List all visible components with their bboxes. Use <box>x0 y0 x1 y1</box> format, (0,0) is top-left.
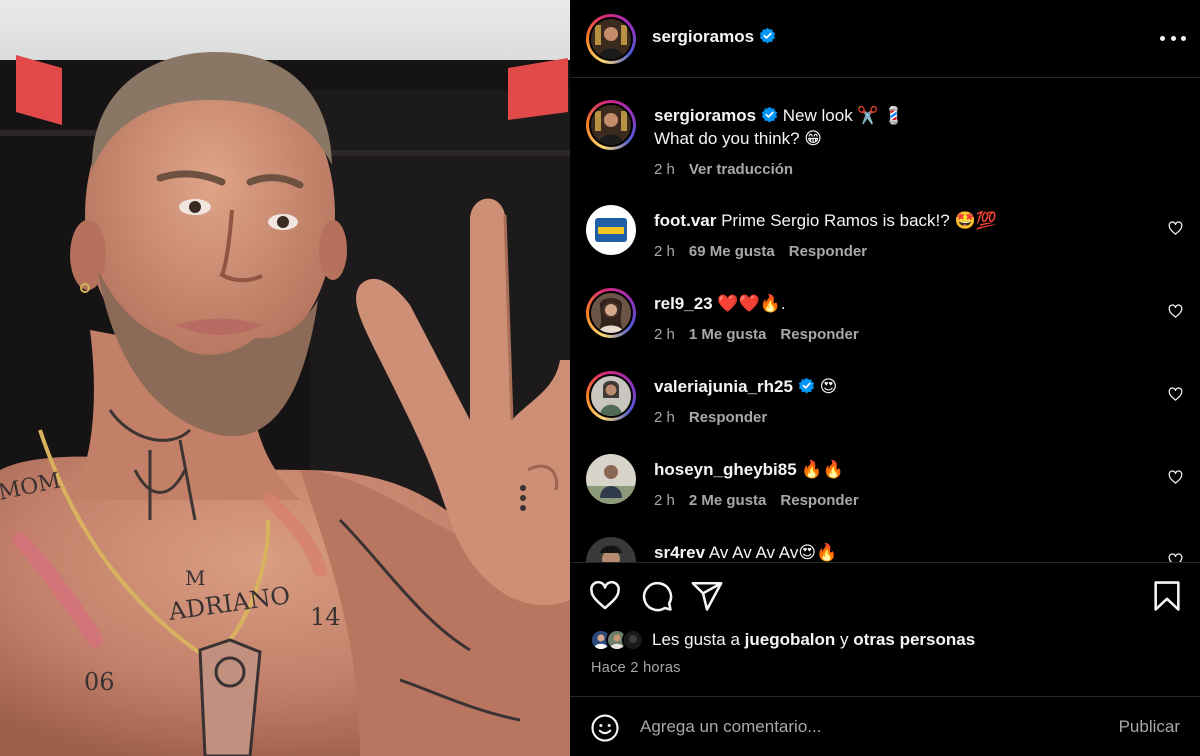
caption-line-1: New look ✂️ 💈 <box>782 106 905 125</box>
more-options-icon[interactable] <box>1160 27 1186 49</box>
likes-others[interactable]: otras personas <box>853 630 975 650</box>
comment-username[interactable]: hoseyn_gheybi85 <box>654 460 797 479</box>
post-panel: sergioramos sergioramos New look ✂️ 💈 Wh… <box>570 0 1200 756</box>
comments-list[interactable]: sergioramos New look ✂️ 💈 What do you th… <box>570 78 1200 562</box>
comment-text: hoseyn_gheybi85 🔥🔥 <box>654 458 844 481</box>
share-icon[interactable] <box>690 579 724 613</box>
emoji-icon[interactable] <box>590 713 620 743</box>
liker-avatars[interactable] <box>590 629 644 651</box>
comment-body: 🔥🔥 <box>801 460 844 479</box>
author-username[interactable]: sergioramos <box>652 27 776 47</box>
caption-username[interactable]: sergioramos <box>654 106 756 125</box>
heart-icon[interactable] <box>1168 221 1183 236</box>
add-comment-bar: Publicar <box>570 696 1200 756</box>
comment-meta: 2 h 69 Me gusta Responder <box>654 243 881 260</box>
translate-link[interactable]: Ver traducción <box>689 161 793 178</box>
post-actions: Les gusta a juegobalon y otras personas … <box>570 562 1200 696</box>
publish-button[interactable]: Publicar <box>1119 717 1180 737</box>
comment-time[interactable]: 2 h <box>654 243 675 260</box>
heart-icon[interactable] <box>1168 387 1183 402</box>
svg-text:M: M <box>185 566 205 590</box>
likes-user[interactable]: juegobalon <box>745 630 836 650</box>
comment-body: Av Av Av Av😍🔥 <box>708 543 838 562</box>
heart-icon[interactable] <box>1168 553 1183 562</box>
comment-body: 😍 <box>819 377 838 396</box>
comment-input[interactable] <box>640 714 1080 740</box>
heart-icon[interactable] <box>1168 304 1183 319</box>
post-photo[interactable]: ADRIANO M 14 06 MOM <box>0 0 570 756</box>
author-avatar[interactable] <box>586 14 636 64</box>
likes-summary: Les gusta a juegobalon y otras personas <box>590 629 975 651</box>
caption-time[interactable]: 2 h <box>654 161 675 178</box>
selfie-image: ADRIANO M 14 06 MOM <box>0 0 570 756</box>
comment-text: rel9_23 ❤️❤️🔥. <box>654 292 786 315</box>
comment-icon[interactable] <box>640 579 674 613</box>
comment-time[interactable]: 2 h <box>654 492 675 509</box>
reply-button[interactable]: Responder <box>789 243 867 260</box>
comment-meta: 2 h 2 Me gusta Responder <box>654 492 873 509</box>
comment-likes[interactable]: 1 Me gusta <box>689 326 767 343</box>
comment-time[interactable]: 2 h <box>654 326 675 343</box>
comment-avatar[interactable] <box>586 454 636 504</box>
comment-meta: 2 h 1 Me gusta Responder <box>654 326 873 343</box>
caption-line-2: What do you think? 😁 <box>654 129 822 148</box>
likes-prefix: Les gusta a <box>652 630 740 649</box>
caption-text: sergioramos New look ✂️ 💈 What do you th… <box>654 104 904 150</box>
comment-likes[interactable]: 69 Me gusta <box>689 243 775 260</box>
reply-button[interactable]: Responder <box>780 492 858 509</box>
caption-avatar[interactable] <box>586 100 636 150</box>
bookmark-icon[interactable] <box>1150 579 1184 613</box>
comment-time[interactable]: 2 h <box>654 409 675 426</box>
comment-body: Prime Sergio Ramos is back!? 🤩💯 <box>721 211 997 230</box>
reply-button[interactable]: Responder <box>689 409 767 426</box>
verified-badge-icon <box>798 377 815 394</box>
comment-username[interactable]: foot.var <box>654 211 716 230</box>
comment-avatar[interactable] <box>586 288 636 338</box>
svg-text:06: 06 <box>84 668 115 696</box>
heart-icon[interactable] <box>588 579 622 613</box>
comment-avatar[interactable] <box>586 205 636 255</box>
comment-text: foot.var Prime Sergio Ramos is back!? 🤩💯 <box>654 209 997 232</box>
reply-button[interactable]: Responder <box>780 326 858 343</box>
comment-avatar[interactable] <box>586 537 636 562</box>
comment-avatar[interactable] <box>586 371 636 421</box>
comment-text: sr4rev Av Av Av Av😍🔥 <box>654 541 837 562</box>
liker-avatar <box>622 629 644 651</box>
comment-text: valeriajunia_rh25 😍 <box>654 375 837 398</box>
post-header: sergioramos <box>570 0 1200 78</box>
author-username-text[interactable]: sergioramos <box>652 27 754 46</box>
post-time[interactable]: Hace 2 horas <box>591 660 681 676</box>
comment-username[interactable]: rel9_23 <box>654 294 713 313</box>
instagram-post-view: ADRIANO M 14 06 MOM sergioramos sergiora… <box>0 0 1200 756</box>
verified-badge-icon <box>759 27 776 44</box>
heart-icon[interactable] <box>1168 470 1183 485</box>
likes-conj: y <box>840 630 849 649</box>
comment-meta: 2 h Responder <box>654 409 781 426</box>
svg-text:14: 14 <box>310 603 341 631</box>
verified-badge-icon <box>761 106 778 123</box>
comment-likes[interactable]: 2 Me gusta <box>689 492 767 509</box>
comment-username[interactable]: sr4rev <box>654 543 705 562</box>
comment-body: ❤️❤️🔥. <box>717 294 786 313</box>
caption-meta: 2 h Ver traducción <box>654 161 807 178</box>
comment-username[interactable]: valeriajunia_rh25 <box>654 377 793 396</box>
